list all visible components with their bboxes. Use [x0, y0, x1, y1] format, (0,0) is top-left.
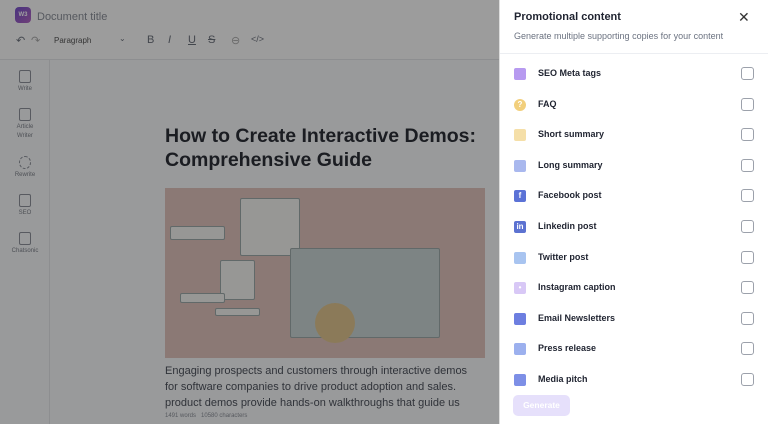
undo-icon[interactable]: ↶: [16, 34, 25, 47]
option-label: Media pitch: [538, 374, 588, 384]
option-row[interactable]: Short summary: [500, 121, 768, 149]
redo-icon[interactable]: ↷: [31, 34, 40, 47]
article-title-line: Comprehensive Guide: [165, 149, 372, 171]
paragraph-line: for software companies to drive product …: [165, 381, 457, 393]
option-row[interactable]: in Linkedin post: [500, 213, 768, 241]
option-checkbox[interactable]: [741, 189, 754, 203]
instagram-icon: •: [514, 282, 526, 295]
sidebar-item-article-writer[interactable]: Article Writer: [0, 108, 50, 141]
option-checkbox[interactable]: [741, 373, 754, 386]
option-row[interactable]: ? FAQ: [500, 91, 768, 119]
panel-title: Promotional content: [514, 11, 621, 23]
option-checkbox[interactable]: [741, 220, 754, 233]
option-label: Facebook post: [538, 190, 602, 201]
option-row[interactable]: Long summary: [500, 152, 768, 180]
faq-icon: ?: [514, 98, 526, 111]
article-title[interactable]: How to Create Interactive Demos: Comprehe…: [165, 124, 476, 172]
option-label: Short summary: [538, 129, 605, 140]
option-checkbox[interactable]: [741, 342, 754, 356]
word-count: 1491 words: [165, 413, 197, 419]
option-row[interactable]: f Facebook post: [500, 182, 768, 210]
linkedin-icon: in: [514, 221, 526, 233]
option-label: Twitter post: [538, 251, 589, 262]
option-label: FAQ: [538, 98, 557, 109]
panel-subtitle: Generate multiple supporting copies for …: [514, 31, 724, 41]
article-title-line: How to Create Interactive Demos:: [165, 125, 477, 147]
sidebar-item-seo[interactable]: SEO: [0, 194, 50, 218]
tool-sidebar: Write Article Writer Rewrite SEO Chatson…: [0, 60, 50, 424]
option-checkbox[interactable]: [741, 281, 754, 295]
article-hero-image: [165, 188, 485, 358]
press-release-icon: [514, 343, 526, 356]
article-writer-icon: [19, 108, 31, 121]
twitter-icon: [514, 251, 526, 264]
generate-button[interactable]: Generate: [513, 395, 570, 416]
italic-button[interactable]: I: [168, 34, 171, 46]
app-logo: W3: [15, 7, 31, 23]
option-label: Instagram caption: [538, 282, 616, 293]
divider: [500, 53, 768, 54]
seo-icon: [19, 194, 31, 207]
sidebar-item-write[interactable]: Write: [0, 70, 50, 94]
email-icon: [514, 312, 526, 325]
sidebar-item-label: Rewrite: [14, 172, 36, 178]
paragraph-line: Engaging prospects and customers through…: [165, 365, 468, 377]
option-checkbox[interactable]: [741, 128, 754, 142]
facebook-icon: f: [514, 190, 526, 203]
option-checkbox[interactable]: [741, 158, 754, 172]
article-body[interactable]: Engaging prospects and customers through…: [165, 363, 467, 411]
strikethrough-button[interactable]: S: [208, 34, 215, 46]
promotional-content-panel: Promotional content Generate multiple su…: [499, 0, 768, 424]
long-summary-icon: [514, 159, 526, 172]
paragraph-line: product demos provide hands-on walkthrou…: [165, 397, 460, 409]
document-stats: 1491 words 10580 characters: [165, 413, 247, 419]
bold-button[interactable]: B: [147, 34, 154, 46]
option-row[interactable]: Media pitch: [500, 366, 768, 394]
option-label: Linkedin post: [538, 221, 597, 231]
option-row[interactable]: Press release: [500, 335, 768, 363]
sidebar-item-rewrite[interactable]: Rewrite: [0, 156, 50, 180]
seo-meta-icon: [514, 68, 526, 80]
sidebar-item-label: SEO: [18, 210, 32, 216]
document-title[interactable]: Document title: [37, 11, 107, 23]
option-label: Press release: [538, 343, 597, 354]
sidebar-item-label: Article Writer: [16, 124, 34, 139]
link-icon[interactable]: ⊖: [231, 34, 240, 47]
character-count: 10580 characters: [201, 413, 248, 419]
option-label: Email Newsletters: [538, 312, 616, 323]
block-type-select[interactable]: Paragraph: [54, 36, 91, 45]
underline-button[interactable]: U: [188, 34, 196, 46]
chatsonic-icon: [19, 232, 31, 245]
rewrite-icon: [19, 156, 31, 169]
option-checkbox[interactable]: [741, 250, 754, 264]
option-label: SEO Meta tags: [538, 68, 602, 78]
sidebar-item-label: Chatsonic: [11, 248, 39, 254]
option-row[interactable]: SEO Meta tags: [500, 60, 768, 88]
option-row[interactable]: Email Newsletters: [500, 305, 768, 333]
option-label: Long summary: [538, 159, 603, 170]
option-checkbox[interactable]: [741, 67, 754, 80]
option-row[interactable]: • Instagram caption: [500, 274, 768, 302]
media-pitch-icon: [514, 374, 526, 386]
option-checkbox[interactable]: [741, 97, 754, 111]
close-icon[interactable]: ✕: [738, 9, 750, 26]
option-checkbox[interactable]: [741, 311, 754, 325]
chevron-down-icon: ⌄: [119, 34, 126, 43]
sidebar-item-label: Write: [18, 86, 32, 92]
option-row[interactable]: Twitter post: [500, 244, 768, 272]
code-icon[interactable]: </>: [251, 34, 264, 44]
write-icon: [19, 70, 31, 83]
sidebar-item-chatsonic[interactable]: Chatsonic: [0, 232, 50, 256]
short-summary-icon: [514, 129, 526, 142]
